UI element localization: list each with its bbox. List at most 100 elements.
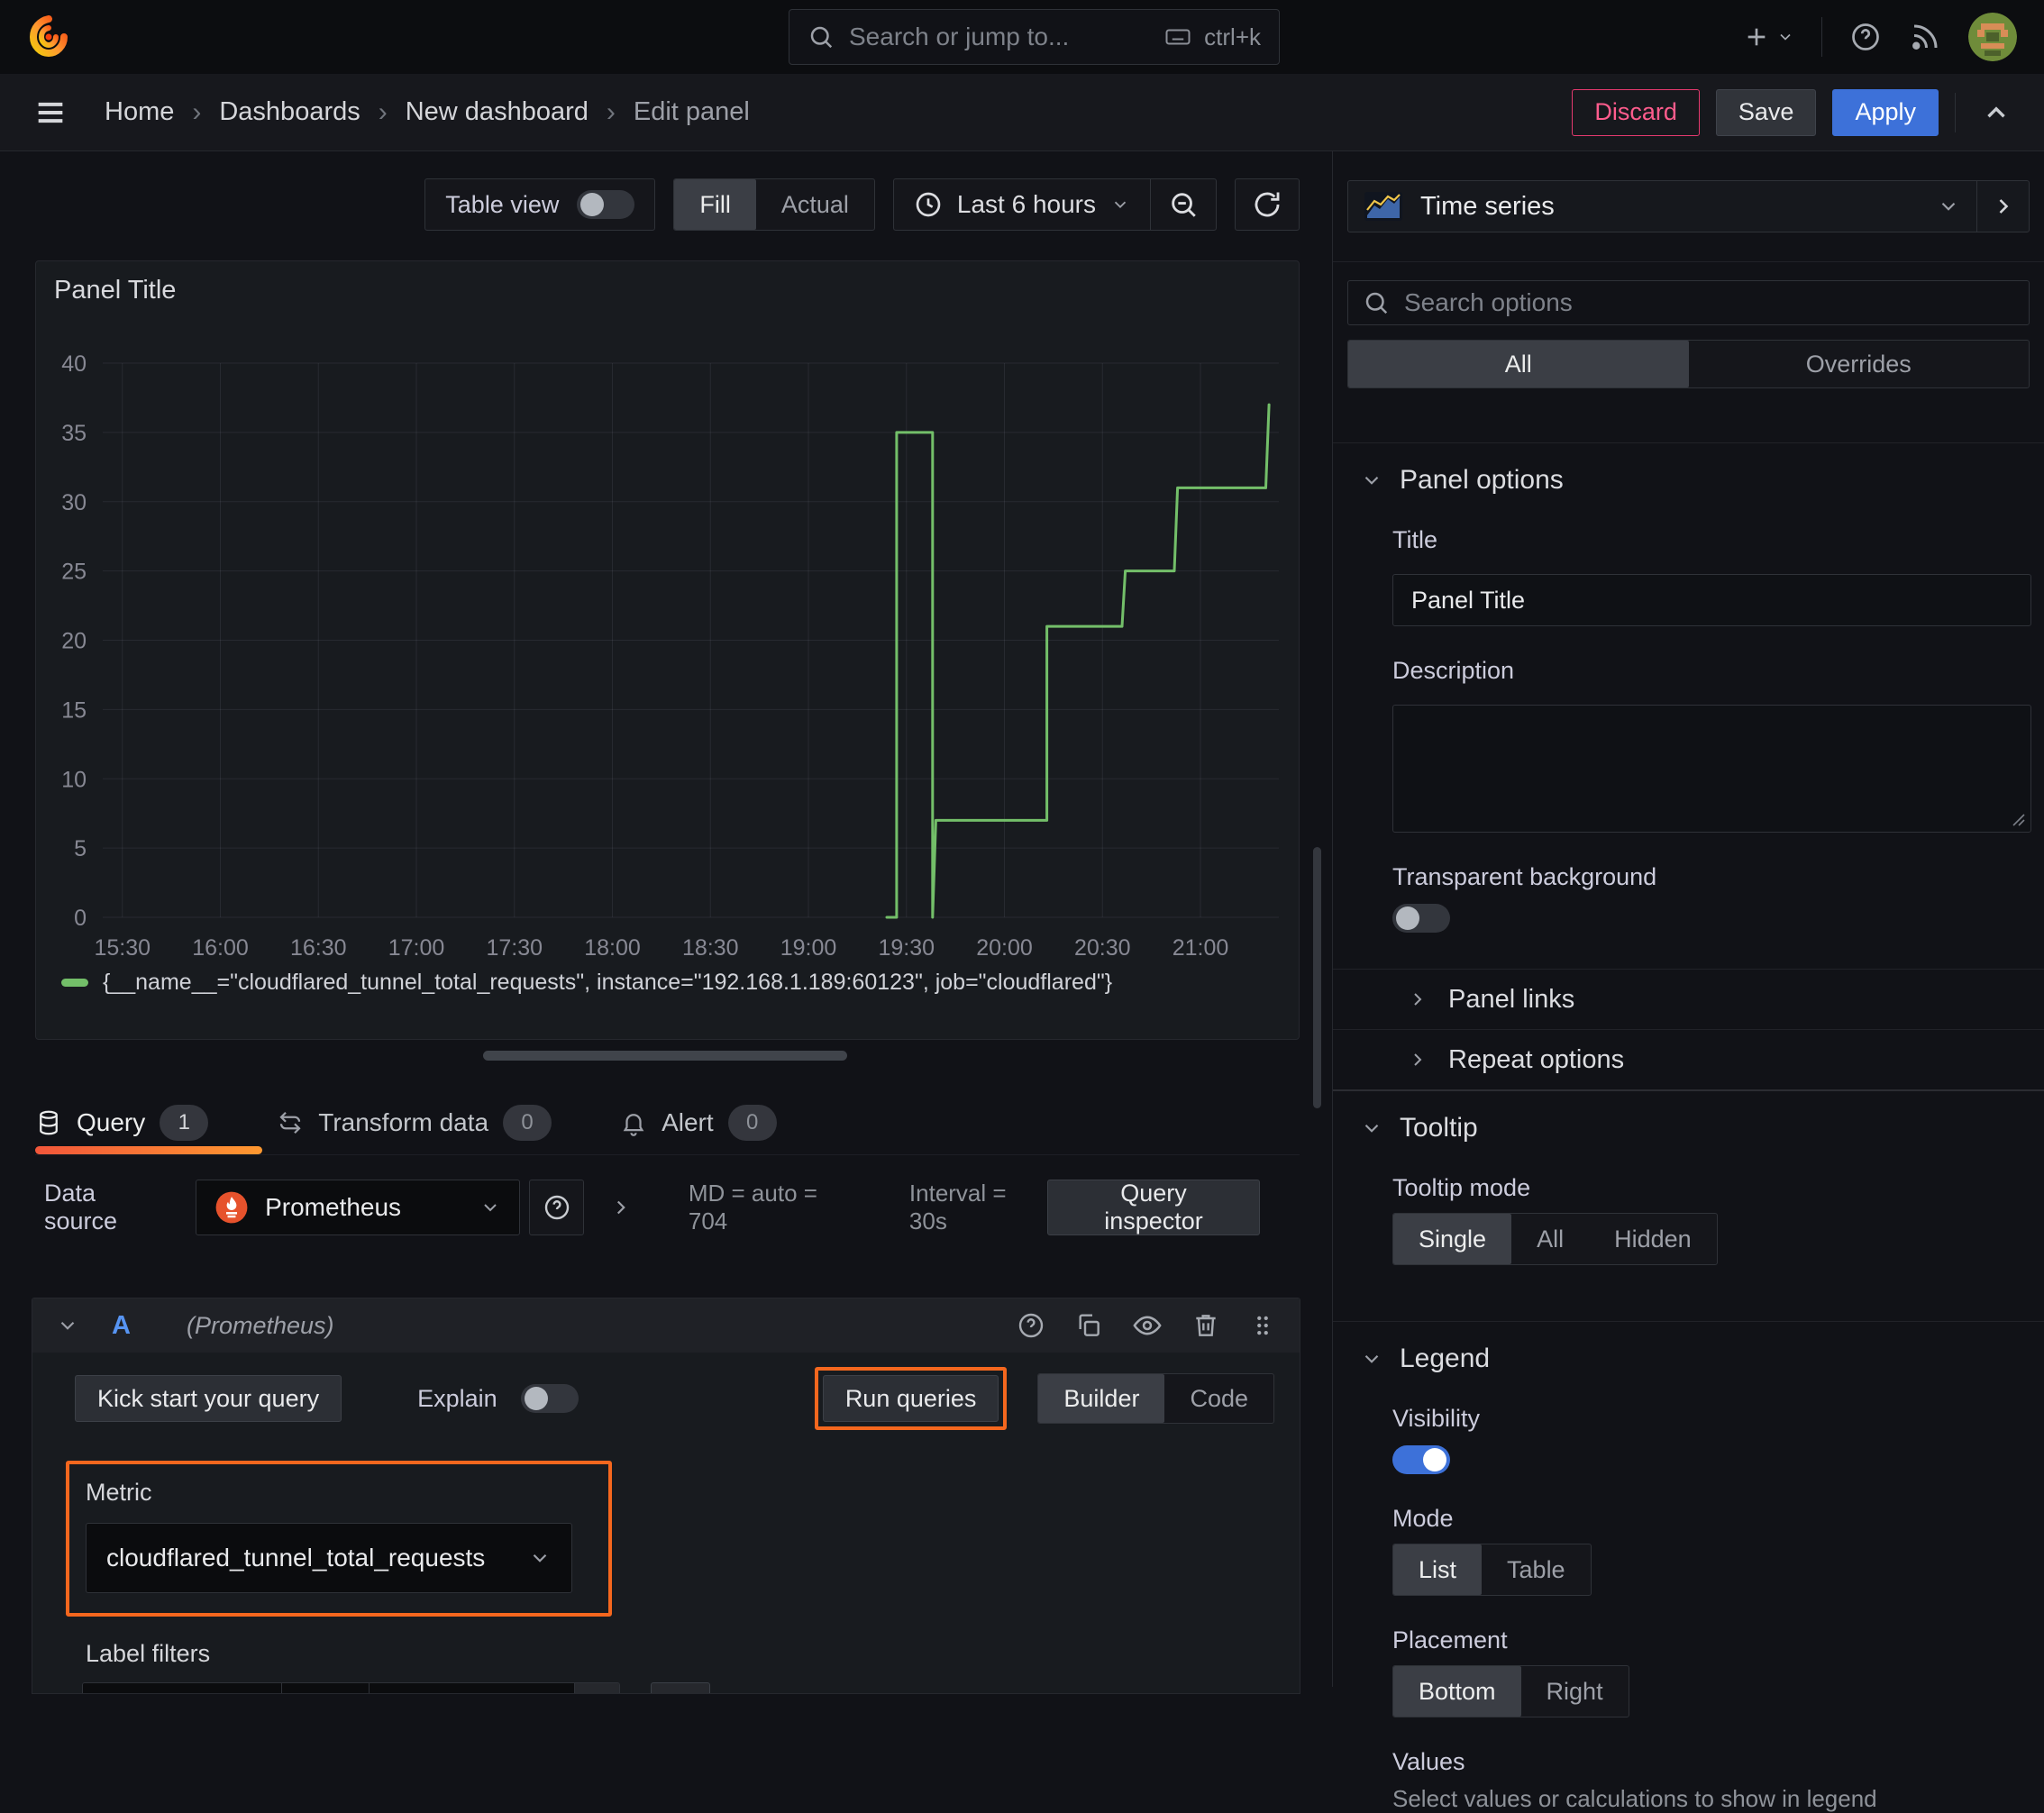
resize-grip-icon[interactable] — [2011, 812, 2025, 826]
builder-option[interactable]: Builder — [1038, 1374, 1165, 1423]
save-button[interactable]: Save — [1715, 88, 1817, 136]
tab-all[interactable]: All — [1348, 341, 1689, 387]
panel-title-input[interactable] — [1392, 574, 2031, 626]
svg-text:16:30: 16:30 — [290, 935, 347, 961]
legend-visibility-label: Visibility — [1392, 1405, 1481, 1432]
operator-dropdown[interactable]: = — [280, 1683, 369, 1693]
repeat-options-section[interactable]: Repeat options — [1333, 1030, 2044, 1089]
svg-text:21:00: 21:00 — [1173, 935, 1229, 961]
add-button[interactable] — [1742, 23, 1794, 51]
explain-toggle[interactable] — [520, 1384, 579, 1413]
svg-text:30: 30 — [61, 490, 87, 515]
datasource-help-button[interactable] — [529, 1180, 584, 1235]
panel-links-section[interactable]: Panel links — [1333, 970, 2044, 1029]
metric-select[interactable]: cloudflared_tunnel_total_requests — [86, 1523, 572, 1593]
panel-toolbar: Table view Fill Actual Last 6 hours — [35, 178, 1300, 231]
keyboard-icon — [1163, 23, 1193, 50]
drag-handle-icon[interactable] — [1249, 1312, 1276, 1339]
news-button[interactable] — [1909, 21, 1941, 53]
delete-query-icon[interactable] — [1191, 1311, 1220, 1340]
visualization-picker[interactable]: Time series — [1348, 181, 1976, 232]
breadcrumb: Home › Dashboards › New dashboard › Edit… — [105, 97, 750, 128]
breadcrumb-home[interactable]: Home — [105, 97, 174, 127]
legend-visibility-toggle[interactable] — [1392, 1445, 1450, 1474]
tooltip-section[interactable]: Tooltip — [1333, 1091, 2044, 1143]
time-range-picker[interactable]: Last 6 hours — [894, 179, 1150, 230]
legend-placement-bottom[interactable]: Bottom — [1393, 1666, 1521, 1717]
svg-text:25: 25 — [61, 560, 87, 585]
panel-preview: Panel Title 0 5 10 15 20 25 30 35 40 15:30 16:00 16… — [35, 260, 1300, 1040]
svg-text:19:30: 19:30 — [878, 935, 935, 961]
chevron-down-icon — [1360, 469, 1383, 492]
kick-start-button[interactable]: Kick start your query — [75, 1375, 342, 1422]
discard-button[interactable]: Discard — [1572, 88, 1700, 136]
select-label-dropdown[interactable]: Select label — [83, 1683, 281, 1693]
select-value-dropdown[interactable]: Select value — [368, 1683, 575, 1693]
chart-legend[interactable]: {__name__="cloudflared_tunnel_total_requ… — [61, 970, 1112, 996]
add-filter-button[interactable] — [651, 1682, 711, 1693]
scrollbar-thumb[interactable] — [1313, 847, 1321, 1108]
tooltip-mode-all[interactable]: All — [1511, 1214, 1589, 1264]
options-search-input[interactable]: Search options — [1347, 280, 2030, 325]
top-navigation: Search or jump to... ctrl+k — [0, 0, 2044, 74]
datasource-row: Data source Prometheus MD = auto = 704 I… — [35, 1179, 1300, 1236]
help-button[interactable] — [1849, 21, 1882, 53]
panel-options-section[interactable]: Panel options — [1333, 443, 2044, 496]
divider — [1821, 17, 1822, 57]
tab-query[interactable]: Query 1 — [35, 1091, 262, 1154]
query-help-icon[interactable] — [1017, 1311, 1045, 1340]
tooltip-mode-hidden[interactable]: Hidden — [1589, 1214, 1717, 1264]
svg-text:19:00: 19:00 — [780, 935, 837, 961]
apply-button[interactable]: Apply — [1832, 88, 1939, 136]
query-ref-id[interactable]: A — [112, 1311, 131, 1341]
editor-tabs: Query 1 Transform data 0 Alert 0 — [35, 1091, 1300, 1155]
table-view-toggle[interactable] — [577, 190, 635, 219]
legend-section[interactable]: Legend — [1333, 1322, 2044, 1374]
time-range-group: Last 6 hours — [892, 178, 1217, 231]
refresh-button[interactable] — [1235, 178, 1300, 231]
tooltip-mode-single[interactable]: Single — [1393, 1214, 1512, 1264]
datasource-picker[interactable]: Prometheus — [196, 1180, 521, 1235]
legend-placement-right[interactable]: Right — [1521, 1666, 1629, 1717]
options-search-placeholder: Search options — [1404, 288, 1573, 316]
legend-mode-table[interactable]: Table — [1482, 1544, 1591, 1595]
toggle-visibility-icon[interactable] — [1132, 1310, 1163, 1341]
clock-icon — [914, 190, 943, 219]
breadcrumb-new-dashboard[interactable]: New dashboard — [406, 97, 589, 127]
query-inspector-button[interactable]: Query inspector — [1046, 1180, 1260, 1235]
breadcrumb-dashboards[interactable]: Dashboards — [219, 97, 360, 127]
grafana-logo[interactable] — [27, 15, 70, 59]
viz-suggestions-button[interactable] — [1976, 181, 2029, 232]
menu-icon[interactable] — [32, 95, 68, 131]
tab-alert[interactable]: Alert 0 — [620, 1091, 777, 1154]
title-label: Title — [1392, 526, 1438, 553]
chevron-down-icon — [1360, 1347, 1383, 1371]
resize-drag-handle[interactable] — [483, 1051, 847, 1061]
panel-options-pane: Time series Search options All Overrides… — [1332, 151, 2044, 1812]
query-row-header[interactable]: A (Prometheus) — [32, 1298, 1300, 1353]
duplicate-query-icon[interactable] — [1074, 1311, 1103, 1340]
time-series-chart[interactable]: 0 5 10 15 20 25 30 35 40 15:30 16:00 16:30 17:00 17:3… — [36, 261, 1299, 1039]
interval-stat: Interval = 30s — [908, 1180, 1007, 1234]
zoom-out-button[interactable] — [1151, 179, 1216, 230]
fill-option[interactable]: Fill — [674, 179, 756, 230]
tab-transform-data[interactable]: Transform data 0 — [277, 1091, 552, 1154]
tab-overrides[interactable]: Overrides — [1689, 341, 2030, 387]
expand-row-chevron[interactable] — [609, 1196, 633, 1219]
legend-mode-segment: List Table — [1392, 1544, 1592, 1596]
description-textarea[interactable] — [1392, 705, 2031, 833]
legend-mode-list[interactable]: List — [1393, 1544, 1483, 1595]
actual-option[interactable]: Actual — [756, 179, 874, 230]
metric-highlight: Metric cloudflared_tunnel_total_requests — [66, 1461, 612, 1617]
run-queries-button[interactable]: Run queries — [822, 1375, 999, 1422]
transparent-background-toggle[interactable] — [1392, 904, 1450, 933]
legend-series-label: {__name__="cloudflared_tunnel_total_requ… — [103, 970, 1113, 995]
user-avatar[interactable] — [1968, 13, 2017, 61]
remove-filter-button[interactable] — [574, 1683, 620, 1693]
chevron-down-icon[interactable] — [56, 1314, 79, 1337]
fill-actual-segment: Fill Actual — [673, 178, 875, 231]
collapse-pane-button[interactable] — [1981, 97, 2012, 128]
bell-icon — [620, 1109, 647, 1136]
search-input[interactable]: Search or jump to... ctrl+k — [789, 9, 1280, 65]
code-option[interactable]: Code — [1164, 1374, 1273, 1423]
